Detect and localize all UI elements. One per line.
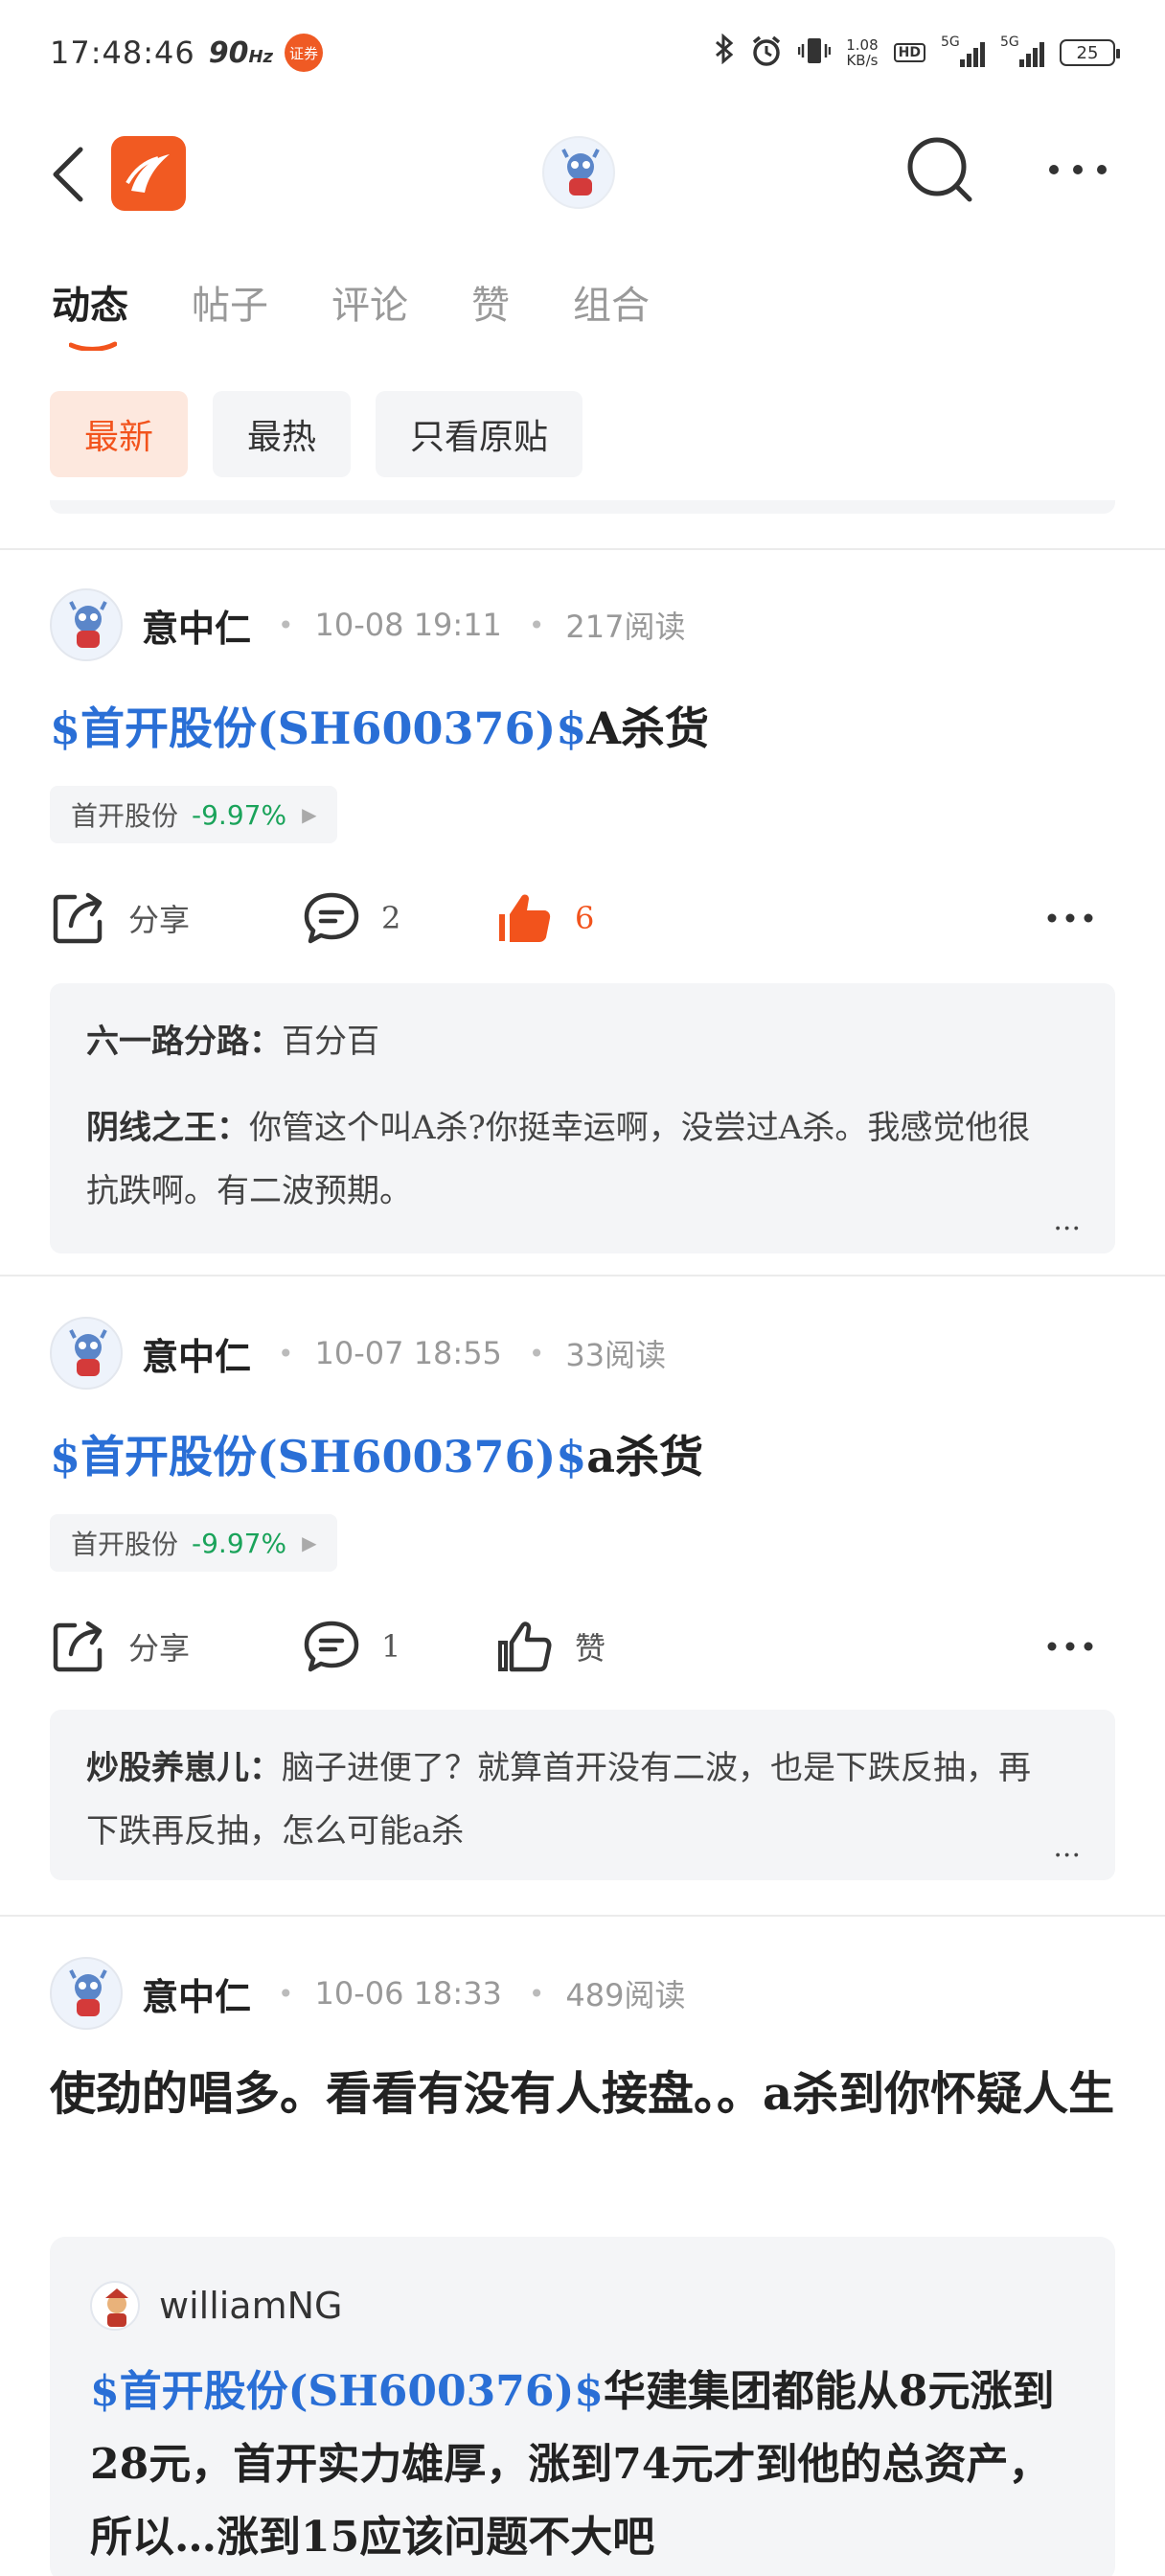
comment-item: 阴线之王：你管这个叫A杀?你挺幸运啊，没尝过A杀。我感觉他很抗跌啊。有二波预期。 — [86, 1109, 1031, 1210]
comment-button[interactable]: 1 — [303, 1618, 496, 1675]
quoted-post[interactable]: williamNG $首开股份(SH600376)$华建集团都能从8元涨到28元… — [50, 2237, 1115, 2576]
expand-comments[interactable]: ... — [1053, 1833, 1081, 1862]
divider — [0, 1915, 1165, 1917]
quoted-post-header: williamNG — [90, 2281, 1075, 2331]
alarm-icon — [750, 34, 783, 71]
share-button[interactable]: 分享 — [50, 1618, 303, 1675]
comment-preview[interactable]: 炒股养崽儿：脑子进便了？就算首开没有二波，也是下跌反抽，再下跌再反抽，怎么可能a… — [50, 1710, 1115, 1880]
post-body[interactable]: 使劲的唱多。看看有没有人接盘。。a杀到你怀疑人生 — [50, 2057, 1115, 2131]
tab-portfolio[interactable]: 组合 — [573, 274, 650, 330]
comment-item: 炒股养崽儿：脑子进便了？就算首开没有二波，也是下跌反抽，再下跌再反抽，怎么可能a… — [86, 1749, 1031, 1851]
share-icon — [53, 1621, 103, 1672]
hd-voice-icon: HD — [893, 43, 925, 62]
post-time: 10-08 19:11 — [314, 607, 502, 643]
signal-icon-2: 5G — [1000, 34, 1044, 67]
username[interactable]: 意中仁 — [142, 1967, 251, 2020]
thumbs-up-filled-icon — [499, 894, 551, 942]
signal-icon-1: 5G — [941, 34, 985, 67]
stock-link[interactable]: $首开股份(SH600376)$ — [90, 2367, 604, 2416]
post-time: 10-07 18:55 — [314, 1335, 502, 1371]
tab-activity[interactable]: 动态 — [52, 274, 128, 351]
like-button[interactable]: 6 — [496, 889, 594, 947]
user-avatar[interactable] — [542, 136, 615, 209]
divider — [0, 548, 1165, 550]
quoted-text: $首开股份(SH600376)$华建集团都能从8元涨到28元，首开实力雄厚，涨到… — [90, 2367, 1055, 2562]
chevron-right-icon: ▶ — [302, 1531, 317, 1554]
commenter-name: 炒股养崽儿： — [86, 1749, 282, 1787]
post-actions: 分享 1 赞 — [50, 1612, 1115, 1681]
read-count: 217阅读 — [565, 609, 686, 645]
search-icon[interactable] — [904, 134, 977, 207]
read-count: 489阅读 — [565, 1977, 686, 2013]
filter-hottest[interactable]: 最热 — [213, 391, 352, 477]
vibrate-icon — [798, 34, 832, 71]
post-title[interactable]: $首开股份(SH600376)$a杀货 — [50, 1422, 703, 1485]
post-time: 10-06 18:33 — [314, 1975, 502, 2012]
username[interactable]: 意中仁 — [142, 1327, 251, 1380]
tab-comments[interactable]: 评论 — [331, 274, 408, 330]
share-icon — [53, 892, 103, 944]
active-tab-indicator — [69, 341, 117, 351]
post-title[interactable]: $首开股份(SH600376)$A杀货 — [50, 694, 709, 757]
filter-latest[interactable]: 最新 — [50, 391, 189, 477]
divider — [0, 1275, 1165, 1276]
profile-tabs: 动态 帖子 评论 赞 组合 — [52, 274, 650, 351]
post-more-icon[interactable] — [1046, 911, 1115, 925]
status-bar: 17:48:46 90Hz 证券 1.08 KB/s HD 5G 5G 25 — [0, 0, 1165, 105]
back-arrow-icon[interactable] — [48, 146, 90, 203]
app-logo-icon[interactable] — [111, 136, 186, 211]
comment-button[interactable]: 2 — [303, 889, 496, 947]
comment-item: 六一路分路：百分百 — [86, 1023, 379, 1061]
thumbs-up-icon — [498, 1622, 552, 1672]
comment-icon — [304, 1621, 359, 1672]
username[interactable]: 意中仁 — [142, 599, 251, 652]
stock-chip[interactable]: 首开股份 -9.97% ▶ — [50, 1514, 338, 1572]
post-header: 意中仁 • 10-06 18:33 • 489阅读 — [50, 1957, 686, 2030]
avatar[interactable] — [50, 588, 123, 661]
chevron-right-icon: ▶ — [302, 803, 317, 826]
comment-preview[interactable]: 六一路分路：百分百 阴线之王：你管这个叫A杀?你挺幸运啊，没尝过A杀。我感觉他很… — [50, 983, 1115, 1254]
tab-posts[interactable]: 帖子 — [192, 274, 268, 330]
stock-link[interactable]: $首开股份(SH600376)$ — [50, 1431, 586, 1483]
more-options-icon[interactable] — [1044, 155, 1111, 184]
read-count: 33阅读 — [565, 1337, 667, 1373]
filter-original-only[interactable]: 只看原贴 — [376, 391, 583, 477]
stock-change: -9.97% — [192, 798, 287, 831]
card-bottom-edge — [50, 500, 1115, 514]
net-speed: 1.08 KB/s — [846, 36, 879, 69]
status-time: 17:48:46 — [50, 34, 195, 71]
bluetooth-icon — [714, 33, 735, 72]
comment-icon — [304, 892, 359, 944]
post-actions: 分享 2 6 — [50, 884, 1115, 953]
post-more-icon[interactable] — [1046, 1640, 1115, 1653]
quoted-username[interactable]: williamNG — [159, 2285, 342, 2327]
like-button[interactable]: 赞 — [496, 1618, 605, 1675]
post-header: 意中仁 • 10-07 18:55 • 33阅读 — [50, 1317, 666, 1390]
post-header: 意中仁 • 10-08 19:11 • 217阅读 — [50, 588, 686, 661]
share-button[interactable]: 分享 — [50, 889, 303, 947]
battery-icon: 25 — [1060, 39, 1120, 66]
stock-change: -9.97% — [192, 1527, 287, 1559]
filter-chips: 最新 最热 只看原贴 — [50, 391, 583, 477]
app-notification-icon: 证券 — [285, 34, 324, 72]
top-bar — [0, 126, 1165, 217]
refresh-rate: 90Hz — [208, 35, 274, 70]
expand-comments[interactable]: ... — [1053, 1207, 1081, 1235]
commenter-name: 六一路分路： — [86, 1023, 282, 1061]
quoted-user-avatar[interactable] — [90, 2281, 140, 2331]
commenter-name: 阴线之王： — [86, 1109, 249, 1147]
stock-link[interactable]: $首开股份(SH600376)$ — [50, 702, 586, 754]
stock-chip[interactable]: 首开股份 -9.97% ▶ — [50, 786, 338, 843]
tab-likes[interactable]: 赞 — [471, 274, 510, 330]
avatar[interactable] — [50, 1957, 123, 2030]
avatar[interactable] — [50, 1317, 123, 1390]
